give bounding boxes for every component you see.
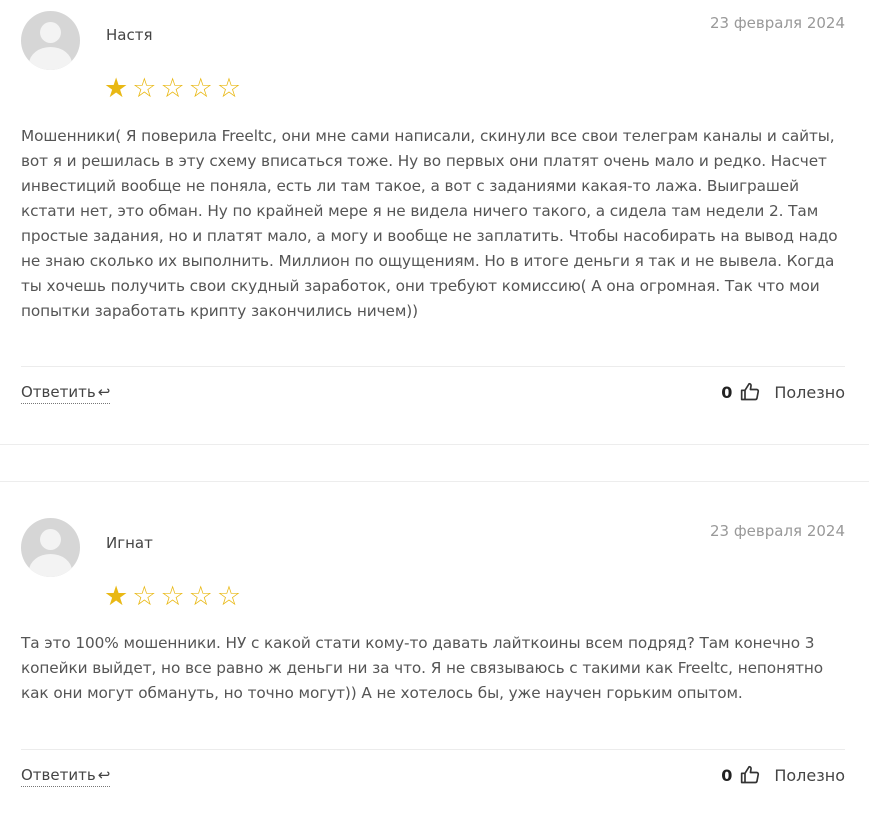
star-rating: ★ ☆ ☆ ☆ ☆ xyxy=(104,583,241,610)
reply-label: Ответить xyxy=(21,766,96,784)
review-card: Настя 23 февраля 2024 ★ ☆ ☆ ☆ ☆ Мошенник… xyxy=(0,0,869,445)
user-avatar-icon xyxy=(21,11,80,70)
star-icon: ☆ xyxy=(188,581,213,612)
review-card: Игнат 23 февраля 2024 ★ ☆ ☆ ☆ ☆ Та это 1… xyxy=(0,481,869,816)
star-icon: ★ xyxy=(104,581,129,612)
review-author: Настя xyxy=(106,26,153,44)
star-icon: ☆ xyxy=(216,581,242,612)
reply-label: Ответить xyxy=(21,383,96,401)
thumbs-up-icon[interactable] xyxy=(740,382,760,402)
reply-arrow-icon: ↩ xyxy=(97,383,111,401)
review-date: 23 февраля 2024 xyxy=(709,14,845,32)
star-icon: ☆ xyxy=(160,581,185,612)
star-rating: ★ ☆ ☆ ☆ ☆ xyxy=(104,75,241,102)
review-gap xyxy=(0,445,869,481)
review-divider xyxy=(21,366,845,367)
star-icon: ☆ xyxy=(132,581,157,612)
review-text: Та это 100% мошенники. НУ с какой стати … xyxy=(21,634,824,702)
star-icon: ★ xyxy=(104,73,129,104)
thumbs-up-icon[interactable] xyxy=(740,765,760,785)
star-icon: ☆ xyxy=(132,73,157,104)
user-avatar-icon xyxy=(21,518,80,577)
useful-button[interactable]: Полезно xyxy=(774,766,845,785)
review-text: Мошенники( Я поверила Freeltc, они мне с… xyxy=(21,127,838,320)
review-author: Игнат xyxy=(106,534,153,552)
useful-button[interactable]: Полезно xyxy=(774,383,845,402)
star-icon: ☆ xyxy=(216,73,242,104)
star-icon: ☆ xyxy=(188,73,213,104)
useful-section: 0 Полезно xyxy=(721,382,845,402)
reply-arrow-icon: ↩ xyxy=(97,766,111,784)
star-icon: ☆ xyxy=(160,73,185,104)
useful-count: 0 xyxy=(721,765,733,785)
review-date: 23 февраля 2024 xyxy=(709,522,845,540)
reply-button[interactable]: Ответить ↩ xyxy=(21,766,111,787)
useful-section: 0 Полезно xyxy=(721,765,845,785)
useful-count: 0 xyxy=(721,382,733,402)
review-divider xyxy=(21,749,845,750)
reply-button[interactable]: Ответить ↩ xyxy=(21,383,111,404)
